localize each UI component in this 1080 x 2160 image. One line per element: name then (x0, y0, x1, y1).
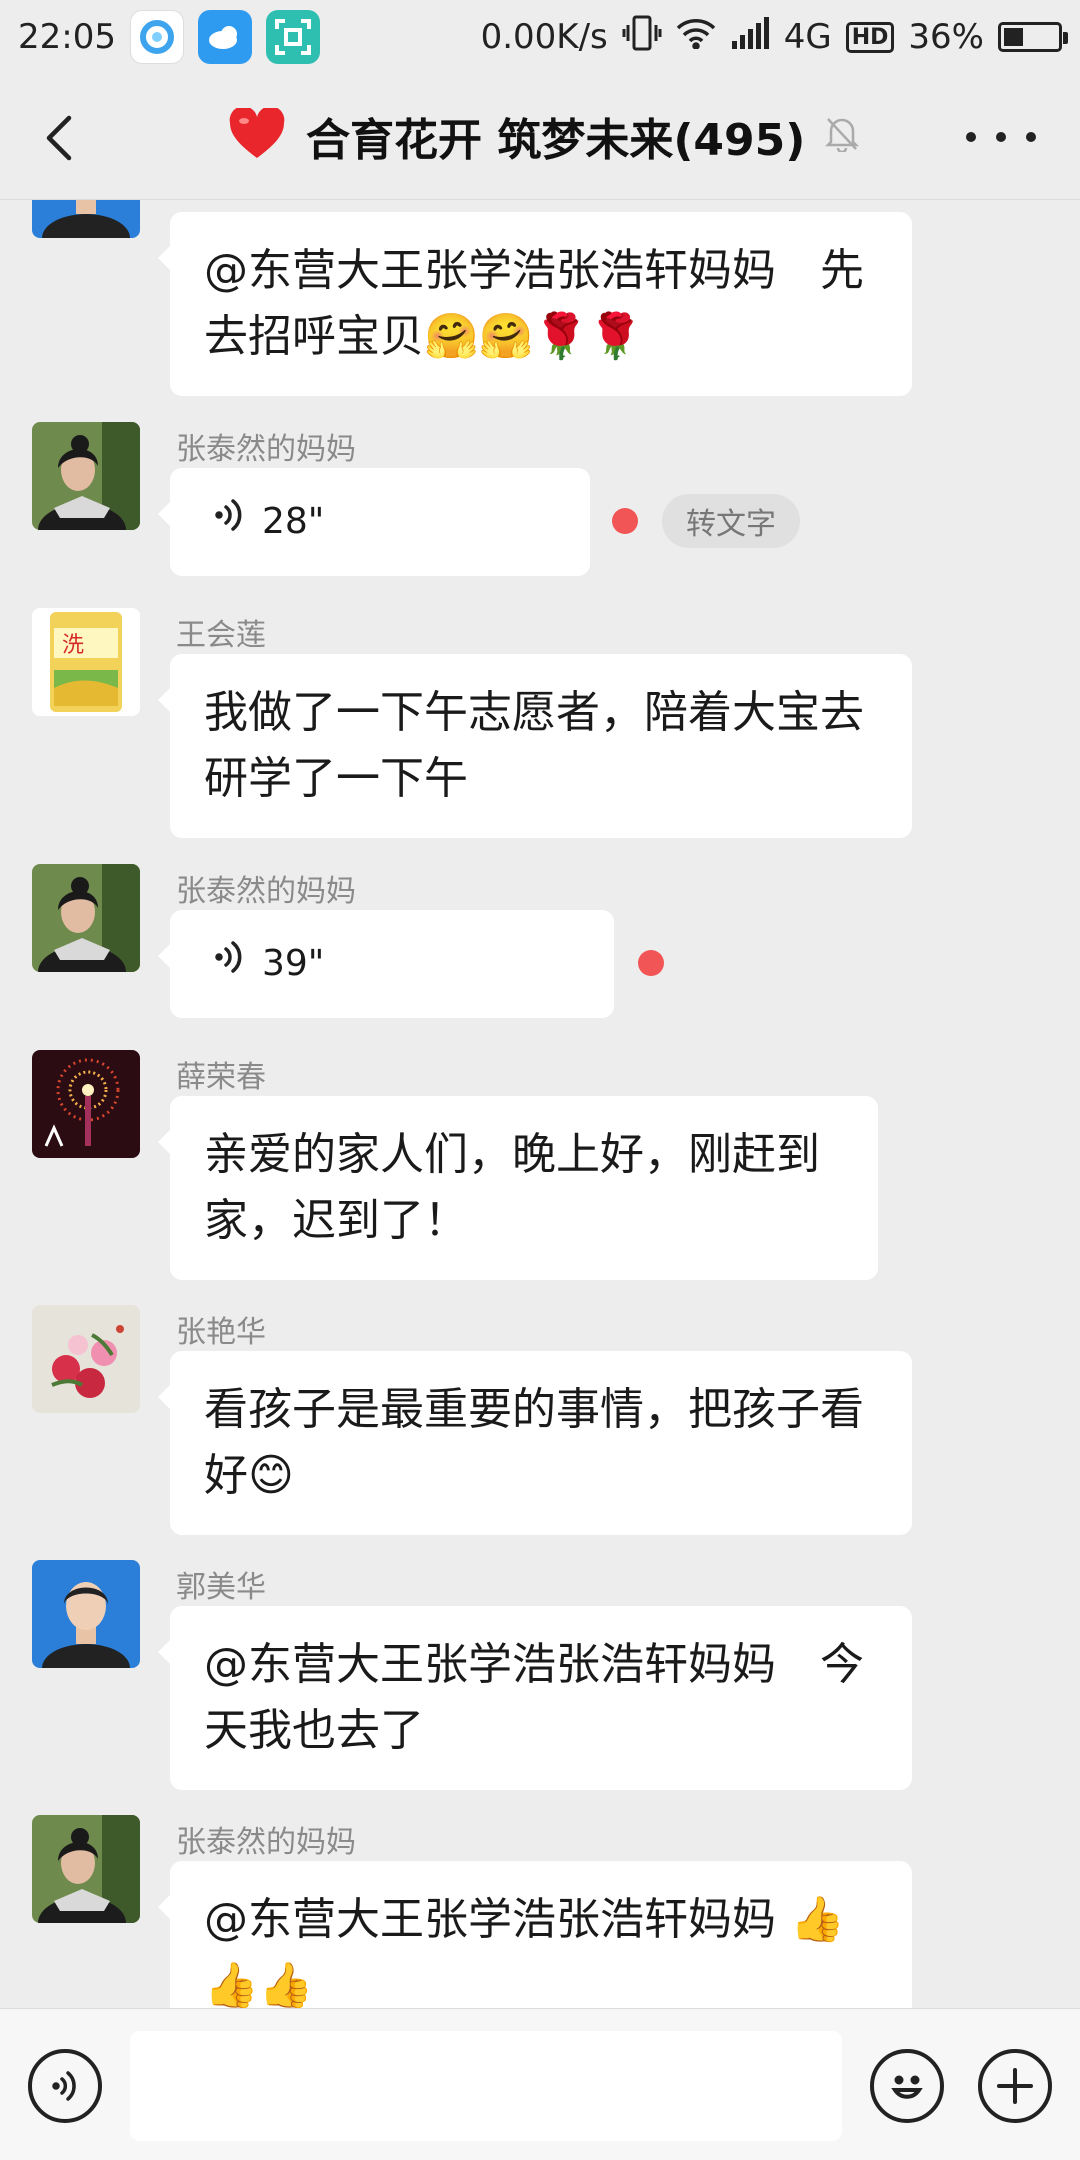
emoji-button[interactable] (870, 2049, 944, 2123)
avatar[interactable] (32, 1560, 140, 1668)
status-bar: 22:05 0.00K/s 4G HD 36% (0, 0, 1080, 74)
battery-icon (998, 22, 1068, 52)
voice-message-bubble[interactable]: 28" (158, 468, 590, 576)
avatar[interactable] (32, 1305, 140, 1413)
chat-title: 合育花开 筑梦未来(495) (306, 115, 806, 166)
voice-message-bubble[interactable]: 39" (158, 910, 614, 1018)
more-dot-icon (996, 132, 1006, 142)
net-speed: 0.00K/s (480, 17, 608, 57)
unread-dot (638, 950, 664, 976)
message-bubble[interactable]: @东营大王张学浩张浩轩妈妈 今天我也去了 (158, 1606, 912, 1790)
avatar[interactable] (32, 1050, 140, 1158)
message-bubble[interactable]: 看孩子是最重要的事情，把孩子看好😊 (158, 1351, 912, 1535)
input-bar (0, 2008, 1080, 2160)
avatar[interactable]: 洗 (32, 608, 140, 716)
back-button[interactable] (30, 108, 86, 168)
mute-bell-icon (825, 116, 860, 156)
voice-wave-icon (214, 931, 244, 997)
weather-app-icon (197, 10, 252, 64)
message-bubble[interactable]: 亲爱的家人们，晚上好，刚赶到家，迟到了！ (158, 1096, 878, 1280)
sender-name: 郭美华 (176, 1570, 266, 1605)
sender-name: 王会莲 (176, 618, 266, 653)
avatar[interactable] (32, 1815, 140, 1923)
message-text: @东营大王张学浩张浩轩妈妈 👍👍👍 (204, 1894, 845, 2008)
avatar[interactable] (32, 200, 140, 238)
svg-text:洗: 洗 (62, 633, 84, 658)
message-bubble[interactable]: @东营大王张学浩张浩轩妈妈 👍👍👍 (158, 1861, 912, 2008)
sender-name: 薛荣春 (176, 1060, 266, 1095)
avatar[interactable] (32, 422, 140, 530)
message-text: 我做了一下午志愿者，陪着大宝去研学了一下午 (204, 687, 864, 804)
wifi-icon (676, 17, 716, 58)
scan-app-icon (265, 10, 320, 64)
network-type: 4G (783, 17, 832, 57)
browser-app-icon (129, 10, 184, 64)
more-dot-icon (966, 132, 976, 142)
heart-icon (228, 106, 286, 164)
message-list[interactable]: @东营大王张学浩张浩轩妈妈 先去招呼宝贝🤗🤗🌹🌹 张泰然的妈妈 28" 转文字 … (0, 200, 1080, 2008)
message-bubble[interactable]: 我做了一下午志愿者，陪着大宝去研学了一下午 (158, 654, 912, 838)
signal-icon (730, 16, 770, 58)
sender-name: 张泰然的妈妈 (176, 1825, 356, 1860)
avatar[interactable] (32, 864, 140, 972)
plus-icon (997, 2068, 1033, 2104)
battery-fill (1004, 28, 1023, 46)
unread-dot (612, 508, 638, 534)
convert-to-text-button[interactable]: 转文字 (662, 494, 800, 548)
message-text: @东营大王张学浩张浩轩妈妈 先去招呼宝贝🤗🤗🌹🌹 (204, 245, 864, 362)
battery-percent: 36% (908, 17, 984, 57)
message-input[interactable] (130, 2031, 842, 2141)
status-time: 22:05 (18, 17, 116, 57)
voice-input-button[interactable] (28, 2049, 102, 2123)
message-text: 亲爱的家人们，晚上好，刚赶到家，迟到了！ (204, 1129, 820, 1246)
message-text: 看孩子是最重要的事情，把孩子看好😊 (204, 1384, 864, 1501)
sender-name: 张泰然的妈妈 (176, 432, 356, 467)
vibrate-icon (622, 15, 662, 60)
chat-header: 合育花开 筑梦未来(495) (0, 74, 1080, 200)
voice-duration: 28" (262, 501, 325, 542)
sender-name: 张泰然的妈妈 (176, 874, 356, 909)
message-bubble[interactable]: @东营大王张学浩张浩轩妈妈 先去招呼宝贝🤗🤗🌹🌹 (158, 212, 912, 396)
voice-duration: 39" (262, 943, 325, 984)
more-options-button[interactable] (966, 122, 1036, 152)
message-text: @东营大王张学浩张浩轩妈妈 今天我也去了 (204, 1639, 864, 1756)
add-more-button[interactable] (978, 2049, 1052, 2123)
sender-name: 张艳华 (176, 1315, 266, 1350)
voice-icon (52, 2071, 76, 2101)
hd-badge: HD (845, 21, 895, 53)
emoji-icon (891, 2075, 923, 2099)
voice-wave-icon (214, 489, 244, 555)
more-dot-icon (1026, 132, 1036, 142)
